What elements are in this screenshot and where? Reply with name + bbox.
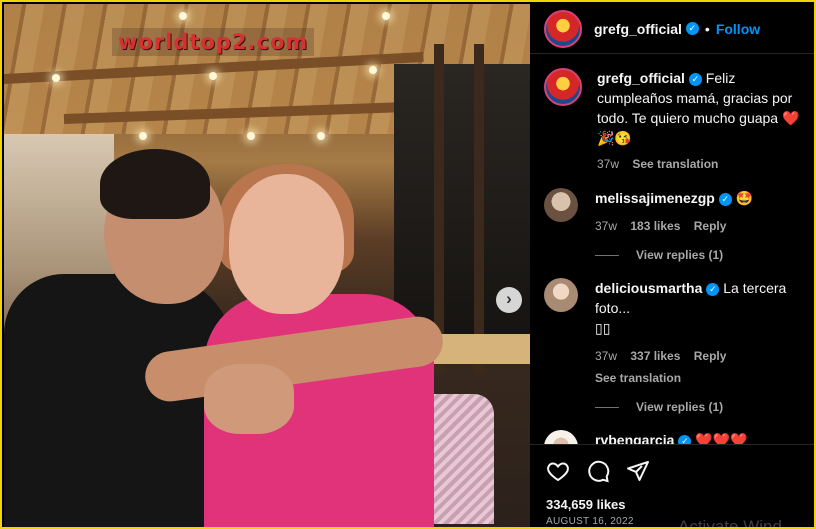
see-translation-button[interactable]: See translation — [632, 157, 718, 171]
comment-username[interactable]: rvbengarcia — [595, 432, 674, 444]
avatar[interactable] — [544, 430, 578, 444]
caption-time[interactable]: 37w — [597, 157, 619, 171]
divider — [595, 406, 619, 408]
post-side-panel: grefg_official ✓ • Follow grefg_official… — [530, 4, 814, 529]
comment-text: ❤️❤️❤️ — [695, 432, 748, 444]
comment-time[interactable]: 37w — [595, 349, 617, 363]
share-icon[interactable] — [626, 459, 650, 483]
woman-face — [229, 174, 344, 314]
ceiling-lamp — [247, 132, 255, 140]
comment-item: deliciousmartha ✓ La tercera foto... ▯▯ 3… — [544, 278, 802, 388]
activate-windows-overlay: Activate Wind — [678, 517, 782, 529]
wooden-post — [474, 44, 484, 374]
comment-username[interactable]: melissajimenezgp — [595, 190, 715, 206]
comment-time[interactable]: 37w — [595, 219, 617, 233]
follow-button[interactable]: Follow — [716, 21, 760, 37]
view-replies-button[interactable]: View replies (1) — [595, 248, 802, 262]
comment-likes[interactable]: 183 likes — [630, 219, 680, 233]
comment-item: melissajimenezgp ✓ 🤩 37w 183 likes Reply — [544, 188, 802, 236]
ceiling-lamp — [382, 12, 390, 20]
man-shirt — [4, 274, 234, 527]
avatar[interactable] — [544, 188, 578, 222]
verified-badge-icon: ✓ — [718, 192, 732, 206]
verified-badge-icon: ✓ — [678, 434, 692, 444]
comment-username[interactable]: deliciousmartha — [595, 280, 702, 296]
reply-button[interactable]: Reply — [694, 219, 727, 233]
man-hair — [100, 149, 210, 219]
avatar[interactable] — [544, 9, 582, 48]
comments-list[interactable]: grefg_official ✓ Feliz cumpleaños mamá, g… — [530, 54, 814, 444]
ceiling-lamp — [179, 12, 187, 20]
caption: grefg_official ✓ Feliz cumpleaños mamá, g… — [544, 68, 802, 174]
username[interactable]: grefg_official — [594, 21, 682, 37]
ceiling-lamp — [209, 72, 217, 80]
caption-username[interactable]: grefg_official — [597, 70, 685, 86]
comment-likes[interactable]: 337 likes — [630, 349, 680, 363]
comment-icon[interactable] — [586, 459, 610, 483]
avatar[interactable] — [544, 68, 582, 106]
verified-badge-icon: ✓ — [685, 22, 699, 35]
ceiling-lamp — [317, 132, 325, 140]
separator-dot: • — [704, 20, 710, 37]
divider — [595, 254, 619, 256]
ceiling-lamp — [52, 74, 60, 82]
view-replies-button[interactable]: View replies (1) — [595, 400, 802, 414]
ceiling-lamp — [369, 66, 377, 74]
post-photo[interactable]: worldtop2.com › — [4, 4, 530, 527]
hand — [204, 364, 294, 434]
view-replies-label: View replies (1) — [636, 248, 724, 262]
next-arrow-icon[interactable]: › — [496, 287, 522, 313]
verified-badge-icon: ✓ — [706, 282, 720, 296]
comment-text-line2: ▯▯ — [595, 320, 611, 336]
post-header: grefg_official ✓ • Follow — [530, 4, 814, 54]
verified-badge-icon: ✓ — [688, 72, 702, 86]
reply-button[interactable]: Reply — [694, 349, 727, 363]
likes-count[interactable]: 334,659 likes — [546, 497, 800, 512]
comment-item: rvbengarcia ✓ ❤️❤️❤️ — [544, 430, 802, 444]
heart-icon[interactable] — [546, 459, 570, 483]
comment-text: 🤩 — [735, 190, 754, 206]
ceiling-lamp — [139, 132, 147, 140]
screenshot-frame: worldtop2.com › grefg_official ✓ • Follo… — [0, 0, 816, 529]
avatar[interactable] — [544, 278, 578, 312]
see-translation-button[interactable]: See translation — [595, 368, 802, 388]
watermark: worldtop2.com — [112, 28, 315, 56]
view-replies-label: View replies (1) — [636, 400, 724, 414]
